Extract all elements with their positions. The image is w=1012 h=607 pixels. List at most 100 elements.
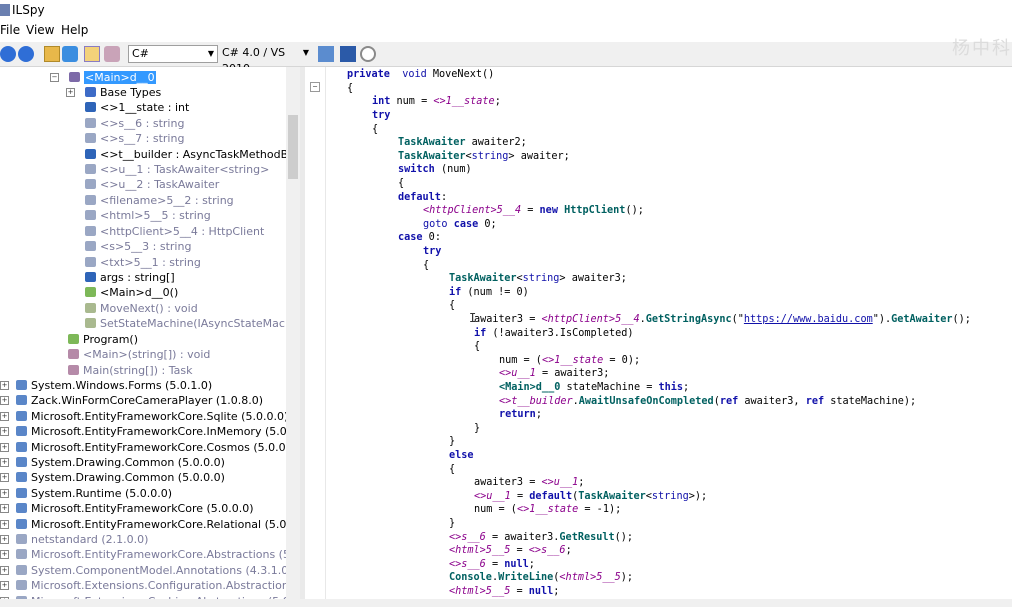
tree-expander-icon[interactable]: + [0, 412, 9, 421]
code-token: <html>5__5 [559, 572, 621, 583]
reload-icon[interactable] [62, 46, 78, 62]
member-icon [16, 580, 27, 590]
tree-node[interactable]: SetStateMachine(IAsyncStateMachine) [85, 316, 286, 331]
tree-node[interactable]: <filename>5__2 : string [85, 193, 234, 208]
tree-node-label: Microsoft.EntityFrameworkCore.Cosmos (5.… [31, 441, 286, 454]
menu-help[interactable]: Help [61, 23, 88, 37]
code-line: TaskAwaiter<string> awaiter3; [449, 272, 627, 286]
tree-node[interactable]: <>s__6 : string [85, 116, 184, 131]
tree-expander-icon[interactable]: + [66, 88, 75, 97]
tree-node[interactable]: <Main>d__0() [85, 285, 178, 300]
code-token: string [522, 273, 560, 284]
tree-node[interactable]: Microsoft.EntityFrameworkCore.Cosmos (5.… [16, 440, 286, 455]
tree-node[interactable]: <>1__state : int [85, 100, 189, 115]
back-icon[interactable] [0, 46, 16, 62]
tree-node[interactable]: System.Windows.Forms (5.0.1.0) [16, 378, 212, 393]
show-all-icon[interactable] [104, 46, 120, 62]
tree-node[interactable]: Microsoft.EntityFrameworkCore.Abstractio… [16, 547, 286, 562]
code-token: case [398, 232, 423, 243]
tree-node[interactable]: <Main>(string[]) : void [68, 347, 210, 362]
show-internal-icon[interactable] [84, 46, 100, 62]
tree-node[interactable]: Base Types [85, 85, 161, 100]
tree-expander-icon[interactable]: + [0, 473, 9, 482]
horizontal-scrollbar[interactable] [0, 599, 1012, 607]
tree-expander-icon[interactable]: − [50, 73, 59, 82]
forward-icon[interactable] [18, 46, 34, 62]
code-view[interactable]: − I private void MoveNext(){int num = <>… [305, 67, 1012, 607]
code-token: { [347, 83, 354, 94]
tree-node[interactable]: netstandard (2.1.0.0) [16, 532, 148, 547]
tree-node[interactable]: Microsoft.EntityFrameworkCore.InMemory (… [16, 424, 286, 439]
code-token: try [372, 110, 391, 121]
menu-bar: File View Help [0, 22, 1012, 40]
code-token: awaiter3, [738, 396, 806, 407]
code-token: <>s__6 [449, 532, 486, 543]
code-token: = [510, 545, 529, 556]
assembly-tree[interactable]: − <Main>d__0 + Base Types <>1__state : int <>… [0, 67, 286, 607]
code-token: stateMachine = [560, 382, 659, 393]
tree-node[interactable]: <>t__builder : AsyncTaskMethodBuilder [85, 147, 286, 162]
code-token: this [658, 382, 684, 393]
tree-expander-icon[interactable]: + [0, 550, 9, 559]
open-file-icon[interactable] [44, 46, 60, 62]
code-token: { [449, 300, 456, 311]
tree-node[interactable]: Microsoft.Extensions.Configuration.Abstr… [16, 578, 286, 593]
tree-scroll-thumb[interactable] [288, 115, 298, 179]
member-icon [16, 426, 27, 436]
tree-node[interactable]: Program() [68, 332, 138, 347]
tree-node[interactable]: System.Drawing.Common (5.0.0.0) [16, 470, 225, 485]
tree-expander-icon[interactable]: + [0, 489, 9, 498]
tree-node[interactable]: <>s__7 : string [85, 131, 184, 146]
tree-node[interactable]: Microsoft.EntityFrameworkCore (5.0.0.0) [16, 501, 254, 516]
code-token: TaskAwaiter [398, 137, 466, 148]
tree-expander-icon[interactable]: + [0, 381, 9, 390]
menu-file[interactable]: File [0, 23, 20, 37]
tree-node[interactable]: System.Drawing.Common (5.0.0.0) [16, 455, 225, 470]
version-select[interactable]: C# 4.0 / VS 2010▼ [220, 45, 312, 75]
code-token: private [347, 69, 390, 80]
tree-expander-icon[interactable]: + [0, 427, 9, 436]
tree-node[interactable]: <httpClient>5__4 : HttpClient [85, 224, 264, 239]
code-line: <>u__1 = awaiter3; [499, 367, 609, 381]
tree-node[interactable]: System.ComponentModel.Annotations (4.3.1… [16, 563, 286, 578]
tree-expander-icon[interactable]: + [0, 458, 9, 467]
code-token: = awaiter3. [485, 532, 560, 543]
sort-icon[interactable] [318, 46, 334, 62]
tree-node[interactable]: <>u__2 : TaskAwaiter [85, 177, 219, 192]
tree-expander-icon[interactable]: + [0, 520, 9, 529]
code-line: Console.WriteLine(<html>5__5); [449, 571, 633, 585]
tree-node[interactable]: System.Runtime (5.0.0.0) [16, 486, 172, 501]
code-line: { [347, 82, 353, 96]
tree-node[interactable]: <txt>5__1 : string [85, 255, 201, 270]
tree-node[interactable]: args : string[] [85, 270, 175, 285]
tree-expander-icon[interactable]: + [0, 443, 9, 452]
tree-expander-icon[interactable]: + [0, 581, 9, 590]
save-icon[interactable] [340, 46, 356, 62]
tree-node[interactable]: MoveNext() : void [85, 301, 198, 316]
tree-expander-icon[interactable]: + [0, 535, 9, 544]
code-line: else [449, 449, 474, 463]
code-line: try [423, 245, 441, 259]
tree-expander-icon[interactable]: + [0, 566, 9, 575]
tree-node[interactable]: <>u__1 : TaskAwaiter<string> [85, 162, 269, 177]
tree-expander-icon[interactable]: + [0, 504, 9, 513]
code-token: new [539, 205, 558, 216]
tree-node[interactable]: <Main>d__0 [69, 70, 156, 85]
menu-view[interactable]: View [26, 23, 54, 37]
tree-node-label: <html>5__5 : string [100, 209, 211, 222]
tree-node[interactable]: Microsoft.EntityFrameworkCore.Sqlite (5.… [16, 409, 286, 424]
fold-toggle-icon[interactable]: − [310, 82, 320, 92]
code-token: int [372, 96, 391, 107]
tree-node[interactable]: Microsoft.EntityFrameworkCore.Relational… [16, 517, 286, 532]
language-select[interactable]: C# ▼ [128, 45, 218, 63]
tree-expander-icon[interactable]: + [0, 396, 9, 405]
tree-node[interactable]: Main(string[]) : Task [68, 363, 192, 378]
tree-node[interactable]: <html>5__5 : string [85, 208, 211, 223]
search-icon[interactable] [360, 46, 376, 62]
tree-node[interactable]: <s>5__3 : string [85, 239, 191, 254]
tree-node[interactable]: Zack.WinFormCoreCameraPlayer (1.0.8.0) [16, 393, 263, 408]
code-token: { [449, 464, 456, 475]
tree-scrollbar[interactable] [286, 67, 300, 607]
code-token: { [372, 124, 379, 135]
